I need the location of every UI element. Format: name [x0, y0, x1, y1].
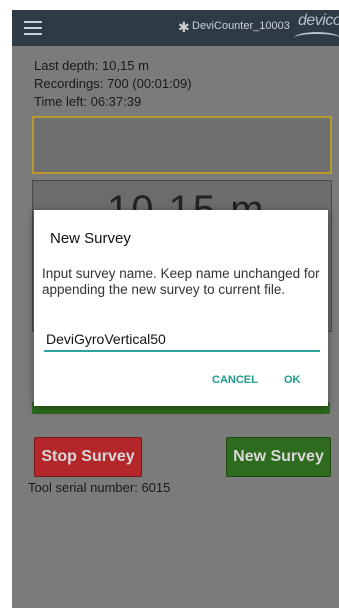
hamburger-menu-icon[interactable]	[24, 21, 42, 35]
survey-name-input[interactable]	[44, 330, 320, 352]
new-survey-dialog: New Survey Input survey name. Keep name …	[34, 210, 328, 406]
ok-button[interactable]: OK	[284, 374, 301, 386]
dialog-title: New Survey	[50, 230, 131, 247]
devico-logo: devico	[298, 12, 339, 29]
recordings-text: Recordings: 700 (00:01:09)	[34, 76, 192, 91]
last-depth-text: Last depth: 10,15 m	[34, 58, 149, 73]
app-screen: ✱ DeviCounter_10003 devico Last depth: 1…	[12, 10, 339, 608]
device-name: DeviCounter_10003	[192, 20, 290, 32]
logo-swoosh	[294, 32, 339, 44]
new-survey-button[interactable]: New Survey	[226, 437, 331, 477]
dialog-message: Input survey name. Keep name unchanged f…	[42, 266, 320, 297]
bluetooth-icon: ✱	[178, 19, 190, 35]
progress-panel	[32, 116, 332, 174]
tool-serial-number: Tool serial number: 6015	[28, 480, 171, 495]
time-left-text: Time left: 06:37:39	[34, 94, 142, 109]
app-bar: ✱ DeviCounter_10003 devico	[12, 10, 339, 46]
cancel-button[interactable]: CANCEL	[212, 374, 258, 386]
stop-survey-button[interactable]: Stop Survey	[34, 437, 142, 477]
